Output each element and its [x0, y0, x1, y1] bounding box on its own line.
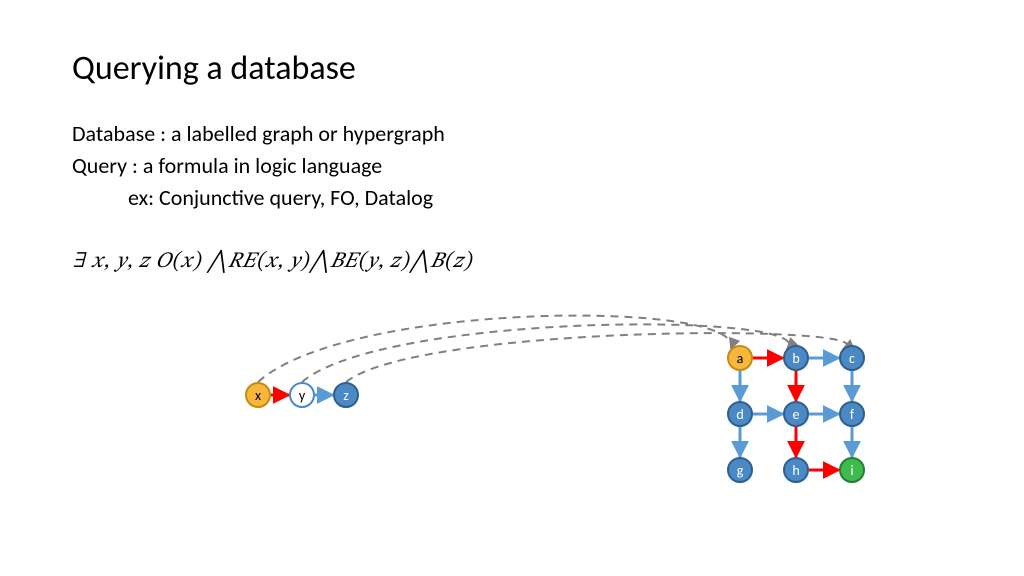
- node-e: e: [783, 401, 809, 427]
- node-y: y: [289, 382, 315, 408]
- node-x: x: [245, 382, 271, 408]
- node-a: a: [727, 345, 753, 371]
- slide: Querying a database Database : a labelle…: [0, 0, 1024, 576]
- node-d: d: [727, 401, 753, 427]
- node-i: i: [839, 457, 865, 483]
- node-b: b: [783, 345, 809, 371]
- node-h: h: [783, 457, 809, 483]
- nodes-layer: xyz a b c d e f g h i: [0, 0, 1024, 576]
- node-c: c: [839, 345, 865, 371]
- node-g: g: [727, 457, 753, 483]
- node-z: z: [333, 382, 359, 408]
- node-f: f: [839, 401, 865, 427]
